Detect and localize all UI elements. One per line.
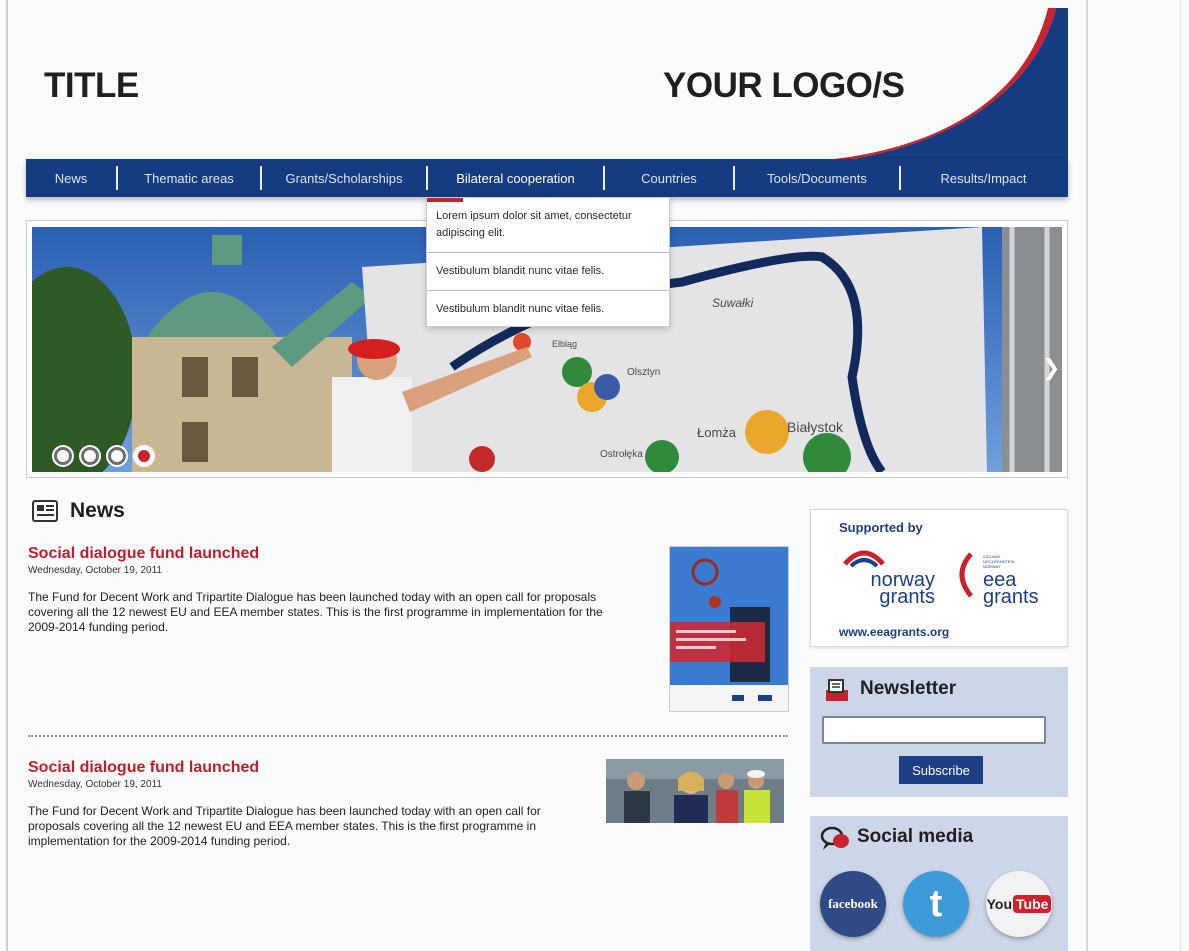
dropdown-item[interactable]: Lorem ipsum dolor sit amet, consectetur … bbox=[427, 198, 669, 253]
bilateral-dropdown-menu: Lorem ipsum dolor sit amet, consectetur … bbox=[426, 197, 670, 327]
nav-item-grants-scholarships[interactable]: Grants/Scholarships bbox=[262, 171, 426, 186]
brochure-image bbox=[670, 547, 788, 711]
article-thumbnail-brochure[interactable] bbox=[669, 546, 789, 712]
newsletter-heading: Newsletter bbox=[860, 678, 957, 699]
slider-pagination bbox=[54, 447, 153, 465]
logo-placeholder[interactable]: YOUR LOGO/S bbox=[663, 66, 905, 106]
youtube-you-text: You bbox=[986, 896, 1012, 912]
norway-grants-logo-mark-icon bbox=[843, 550, 885, 568]
newsletter-email-input[interactable] bbox=[822, 716, 1046, 744]
news-article: Social dialogue fund launched Wednesday,… bbox=[28, 545, 608, 635]
article-date: Wednesday, October 19, 2011 bbox=[28, 779, 162, 790]
map-label: Białystok bbox=[787, 419, 844, 435]
page-edge-right-outer bbox=[1180, 0, 1181, 951]
page-edge-left bbox=[6, 0, 8, 951]
subscribe-button[interactable]: Subscribe bbox=[899, 756, 983, 784]
header-swoosh bbox=[826, 8, 1068, 160]
dropdown-item[interactable]: Vestibulum blandit nunc vitae felis. bbox=[427, 253, 669, 291]
youtube-icon[interactable]: You Tube bbox=[986, 871, 1052, 937]
eea-grants-logo[interactable]: eea grants bbox=[983, 570, 1055, 607]
slider-dot[interactable] bbox=[108, 447, 126, 465]
social-media-panel: Social media facebook t You Tube bbox=[810, 816, 1068, 951]
nav-item-tools-documents[interactable]: Tools/Documents bbox=[735, 171, 899, 186]
main-nav: News Thematic areas Grants/Scholarships … bbox=[26, 159, 1068, 197]
nav-item-bilateral-cooperation[interactable]: Bilateral cooperation bbox=[428, 171, 603, 186]
social-media-heading: Social media bbox=[857, 826, 974, 847]
eeagrants-url-link[interactable]: www.eeagrants.org bbox=[839, 625, 949, 639]
map-label: Elbląg bbox=[552, 339, 577, 349]
dropdown-item[interactable]: Vestibulum blandit nunc vitae felis. bbox=[427, 291, 669, 326]
map-label: Ostrołęka bbox=[600, 449, 643, 460]
supported-by-panel: Supported by norway grants ICELAND LIECH… bbox=[810, 509, 1068, 647]
norway-grants-logo[interactable]: norway grants bbox=[849, 570, 935, 607]
article-thumbnail-workers[interactable] bbox=[606, 759, 784, 823]
nav-item-thematic-areas[interactable]: Thematic areas bbox=[118, 171, 260, 186]
article-title-link[interactable]: Social dialogue fund launched bbox=[28, 759, 563, 777]
twitter-icon[interactable]: t bbox=[903, 871, 969, 937]
map-label: Suwałki bbox=[712, 296, 754, 310]
page-edge-right bbox=[1086, 0, 1088, 951]
nav-item-countries[interactable]: Countries bbox=[605, 171, 733, 186]
news-heading: News bbox=[32, 499, 125, 523]
newsletter-panel: Newsletter Subscribe bbox=[810, 667, 1068, 797]
eea-grants-logo-mark-icon bbox=[959, 552, 973, 598]
article-body: The Fund for Decent Work and Tripartite … bbox=[28, 590, 603, 634]
facebook-icon[interactable]: facebook bbox=[820, 871, 886, 937]
eea-countries-text: ICELAND LIECHTENSTEIN NORWAY bbox=[983, 554, 1015, 569]
news-article: Social dialogue fund launched Wednesday,… bbox=[28, 759, 563, 849]
nav-item-results-impact[interactable]: Results/Impact bbox=[901, 171, 1066, 186]
article-title-link[interactable]: Social dialogue fund launched bbox=[28, 545, 608, 563]
slider-dot[interactable] bbox=[54, 447, 72, 465]
nav-item-news[interactable]: News bbox=[26, 171, 116, 186]
youtube-tube-text: Tube bbox=[1013, 895, 1052, 913]
speech-bubbles-icon bbox=[820, 826, 849, 850]
map-label: Łomża bbox=[697, 425, 737, 440]
dropdown-accent-bar bbox=[427, 198, 463, 202]
site-title: TITLE bbox=[44, 66, 139, 105]
news-heading-text: News bbox=[70, 499, 125, 522]
map-label: Olsztyn bbox=[627, 367, 660, 378]
supported-by-heading: Supported by bbox=[839, 520, 923, 535]
workers-photo bbox=[606, 759, 784, 823]
next-slide-arrow-icon[interactable]: ❯ bbox=[1042, 355, 1060, 381]
newsletter-icon bbox=[826, 679, 848, 701]
article-body: The Fund for Decent Work and Tripartite … bbox=[28, 804, 541, 848]
slider-dot-active[interactable] bbox=[135, 447, 153, 465]
article-divider bbox=[28, 735, 788, 737]
article-date: Wednesday, October 19, 2011 bbox=[28, 565, 162, 576]
slider-dot[interactable] bbox=[81, 447, 99, 465]
newspaper-icon bbox=[32, 500, 58, 522]
